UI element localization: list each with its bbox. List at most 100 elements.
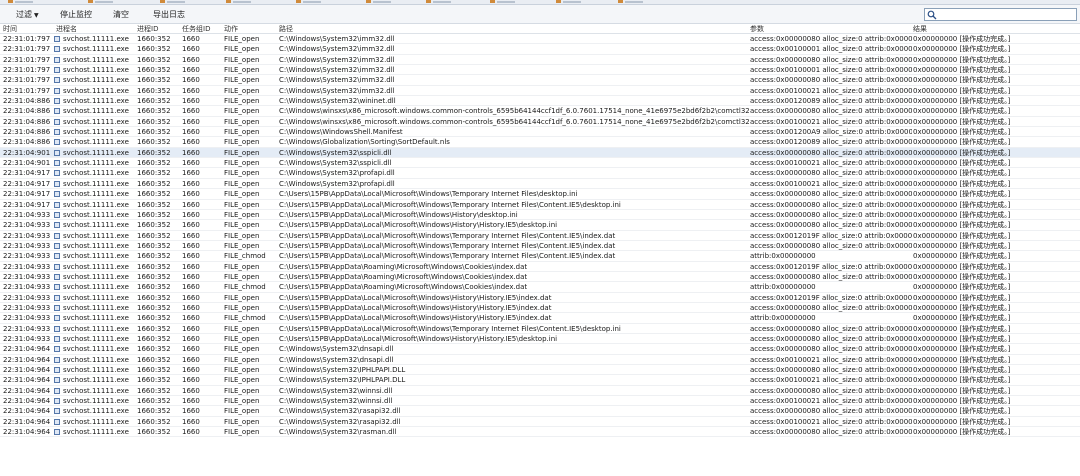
chevron-down-icon: ▼ [34, 12, 39, 19]
row-result: 0x00000000 [操作成功完成。] [913, 334, 1011, 343]
table-row[interactable]: 22:31:04:933 svchost.11111.exe 1660:352 166… [0, 231, 1080, 241]
table-row[interactable]: 22:31:04:964 svchost.11111.exe 1660:352 166… [0, 396, 1080, 407]
column-header-process-name[interactable]: 进程名 [56, 24, 77, 34]
table-row[interactable]: 22:31:04:933 svchost.11111.exe 1660:352 166… [0, 293, 1080, 303]
row-time: 22:31:04:933 [3, 262, 51, 271]
table-row[interactable]: 22:31:04:886 svchost.11111.exe 1660:352 166… [0, 117, 1080, 128]
row-task-group-id: 1660 [182, 128, 200, 137]
filter-button[interactable]: 过滤 ▼ [16, 9, 39, 21]
column-header-result[interactable]: 结果 [913, 24, 927, 34]
row-process-name: svchost.11111.exe [63, 159, 129, 168]
tab-strip-item[interactable] [490, 0, 526, 4]
stop-monitoring-button[interactable]: 停止监控 [60, 9, 92, 21]
column-header-task-group-id[interactable]: 任务组ID [182, 24, 210, 34]
row-task-group-id: 1660 [182, 293, 200, 302]
table-row[interactable]: 22:31:04:933 svchost.11111.exe 1660:352 166… [0, 262, 1080, 272]
row-path: C:\Users\15PB\AppData\Local\Microsoft\Wi… [279, 221, 558, 230]
table-row[interactable]: 22:31:01:797 svchost.11111.exe 1660:352 166… [0, 44, 1080, 55]
table-row[interactable]: 22:31:04:917 svchost.11111.exe 1660:352 166… [0, 179, 1080, 190]
table-row[interactable]: 22:31:04:964 svchost.11111.exe 1660:352 166… [0, 365, 1080, 376]
table-row[interactable]: 22:31:04:933 svchost.11111.exe 1660:352 166… [0, 324, 1080, 334]
table-row[interactable]: 22:31:04:964 svchost.11111.exe 1660:352 166… [0, 417, 1080, 428]
tab-strip-item[interactable] [556, 0, 592, 4]
table-row[interactable]: 22:31:01:797 svchost.11111.exe 1660:352 166… [0, 55, 1080, 66]
tab-strip-item[interactable] [226, 0, 262, 4]
tab-strip-item[interactable] [160, 0, 196, 4]
table-row[interactable]: 22:31:04:964 svchost.11111.exe 1660:352 166… [0, 386, 1080, 397]
table-header: 时间 进程名 进程ID 任务组ID 动作 路径 参数 结果 [0, 24, 1080, 34]
table-row[interactable]: 22:31:04:901 svchost.11111.exe 1660:352 166… [0, 158, 1080, 169]
export-log-button[interactable]: 导出日志 [153, 9, 185, 21]
column-header-action[interactable]: 动作 [224, 24, 238, 34]
row-action: FILE_open [224, 355, 260, 364]
table-row[interactable]: 22:31:04:886 svchost.11111.exe 1660:352 166… [0, 106, 1080, 117]
tab-strip-item[interactable] [426, 0, 462, 4]
table-row[interactable]: 22:31:04:886 svchost.11111.exe 1660:352 166… [0, 127, 1080, 138]
tab-strip-item[interactable] [366, 0, 402, 4]
table-row[interactable]: 22:31:04:933 svchost.11111.exe 1660:352 166… [0, 303, 1080, 314]
table-row[interactable]: 22:31:04:917 svchost.11111.exe 1660:352 166… [0, 200, 1080, 210]
row-result: 0x00000000 [操作成功完成。] [913, 252, 1011, 261]
row-process-id: 1660:352 [137, 35, 171, 43]
table-row[interactable]: 22:31:04:933 svchost.11111.exe 1660:352 166… [0, 272, 1080, 283]
table-row[interactable]: 22:31:04:933 svchost.11111.exe 1660:352 166… [0, 220, 1080, 231]
column-header-path[interactable]: 路径 [279, 24, 293, 34]
process-icon [54, 398, 60, 405]
table-row[interactable]: 22:31:04:901 svchost.11111.exe 1660:352 166… [0, 147, 1080, 159]
table-row[interactable]: 22:31:04:964 svchost.11111.exe 1660:352 166… [0, 375, 1080, 386]
table-row[interactable]: 22:31:04:933 svchost.11111.exe 1660:352 166… [0, 241, 1080, 252]
column-header-process-id[interactable]: 进程ID [137, 24, 158, 34]
row-action: FILE_open [224, 221, 260, 230]
search-input[interactable] [924, 8, 1077, 21]
row-time: 22:31:04:933 [3, 272, 51, 281]
row-params: access:0x00000080 alloc_size:0 attrib:0x… [750, 148, 912, 157]
table-row[interactable]: 22:31:04:886 svchost.11111.exe 1660:352 166… [0, 137, 1080, 148]
row-task-group-id: 1660 [182, 45, 200, 54]
table-row[interactable]: 22:31:04:964 svchost.11111.exe 1660:352 166… [0, 427, 1080, 438]
column-header-time[interactable]: 时间 [3, 24, 17, 34]
clear-button[interactable]: 清空 [113, 9, 129, 21]
table-row[interactable]: 22:31:04:933 svchost.11111.exe 1660:352 166… [0, 313, 1080, 324]
row-process-name: svchost.11111.exe [63, 272, 129, 281]
row-action: FILE_open [224, 97, 260, 106]
table-row[interactable]: 22:31:04:917 svchost.11111.exe 1660:352 166… [0, 168, 1080, 179]
row-path: C:\Users\15PB\AppData\Local\Microsoft\Wi… [279, 190, 578, 199]
row-action: FILE_open [224, 231, 260, 240]
row-action: FILE_open [224, 345, 260, 354]
row-process-id: 1660:352 [137, 366, 171, 374]
row-process-name: svchost.11111.exe [63, 386, 129, 395]
table-row[interactable]: 22:31:04:964 svchost.11111.exe 1660:352 166… [0, 355, 1080, 365]
table-row[interactable]: 22:31:04:886 svchost.11111.exe 1660:352 166… [0, 96, 1080, 107]
table-row[interactable]: 22:31:04:964 svchost.11111.exe 1660:352 166… [0, 344, 1080, 355]
table-row[interactable]: 22:31:01:797 svchost.11111.exe 1660:352 166… [0, 75, 1080, 86]
table-row[interactable]: 22:31:01:797 svchost.11111.exe 1660:352 166… [0, 86, 1080, 97]
row-action: FILE_open [224, 386, 260, 395]
row-result: 0x00000000 [操作成功完成。] [913, 355, 1011, 364]
column-header-params[interactable]: 参数 [750, 24, 764, 34]
row-process-name: svchost.11111.exe [63, 128, 129, 137]
row-result: 0x00000000 [操作成功完成。] [913, 324, 1011, 333]
table-row[interactable]: 22:31:01:797 svchost.11111.exe 1660:352 166… [0, 34, 1080, 45]
row-result: 0x00000000 [操作成功完成。] [913, 200, 1011, 209]
row-time: 22:31:04:886 [3, 128, 51, 137]
row-path: C:\Windows\System32\imm32.dll [279, 45, 395, 54]
tab-strip-item[interactable] [618, 0, 654, 4]
table-row[interactable]: 22:31:04:933 svchost.11111.exe 1660:352 166… [0, 334, 1080, 345]
table-row[interactable]: 22:31:04:933 svchost.11111.exe 1660:352 166… [0, 210, 1080, 221]
tab-strip-item[interactable] [296, 0, 332, 4]
table-row[interactable]: 22:31:01:797 svchost.11111.exe 1660:352 166… [0, 65, 1080, 76]
row-action: FILE_open [224, 76, 260, 85]
row-path: C:\Windows\System32\rasapi32.dll [279, 407, 401, 416]
table-row[interactable]: 22:31:04:933 svchost.11111.exe 1660:352 166… [0, 251, 1080, 262]
tab-strip-item[interactable] [8, 0, 44, 4]
table-row[interactable]: 22:31:04:933 svchost.11111.exe 1660:352 166… [0, 282, 1080, 293]
table-row[interactable]: 22:31:04:917 svchost.11111.exe 1660:352 166… [0, 189, 1080, 200]
row-result: 0x00000000 [操作成功完成。] [913, 428, 1011, 437]
process-icon [54, 346, 60, 353]
table-row[interactable]: 22:31:04:964 svchost.11111.exe 1660:352 166… [0, 406, 1080, 417]
row-action: FILE_open [224, 200, 260, 209]
row-process-id: 1660:352 [137, 314, 171, 323]
process-icon [54, 367, 60, 373]
row-process-id: 1660:352 [137, 200, 171, 209]
tab-strip-item[interactable] [88, 0, 124, 4]
